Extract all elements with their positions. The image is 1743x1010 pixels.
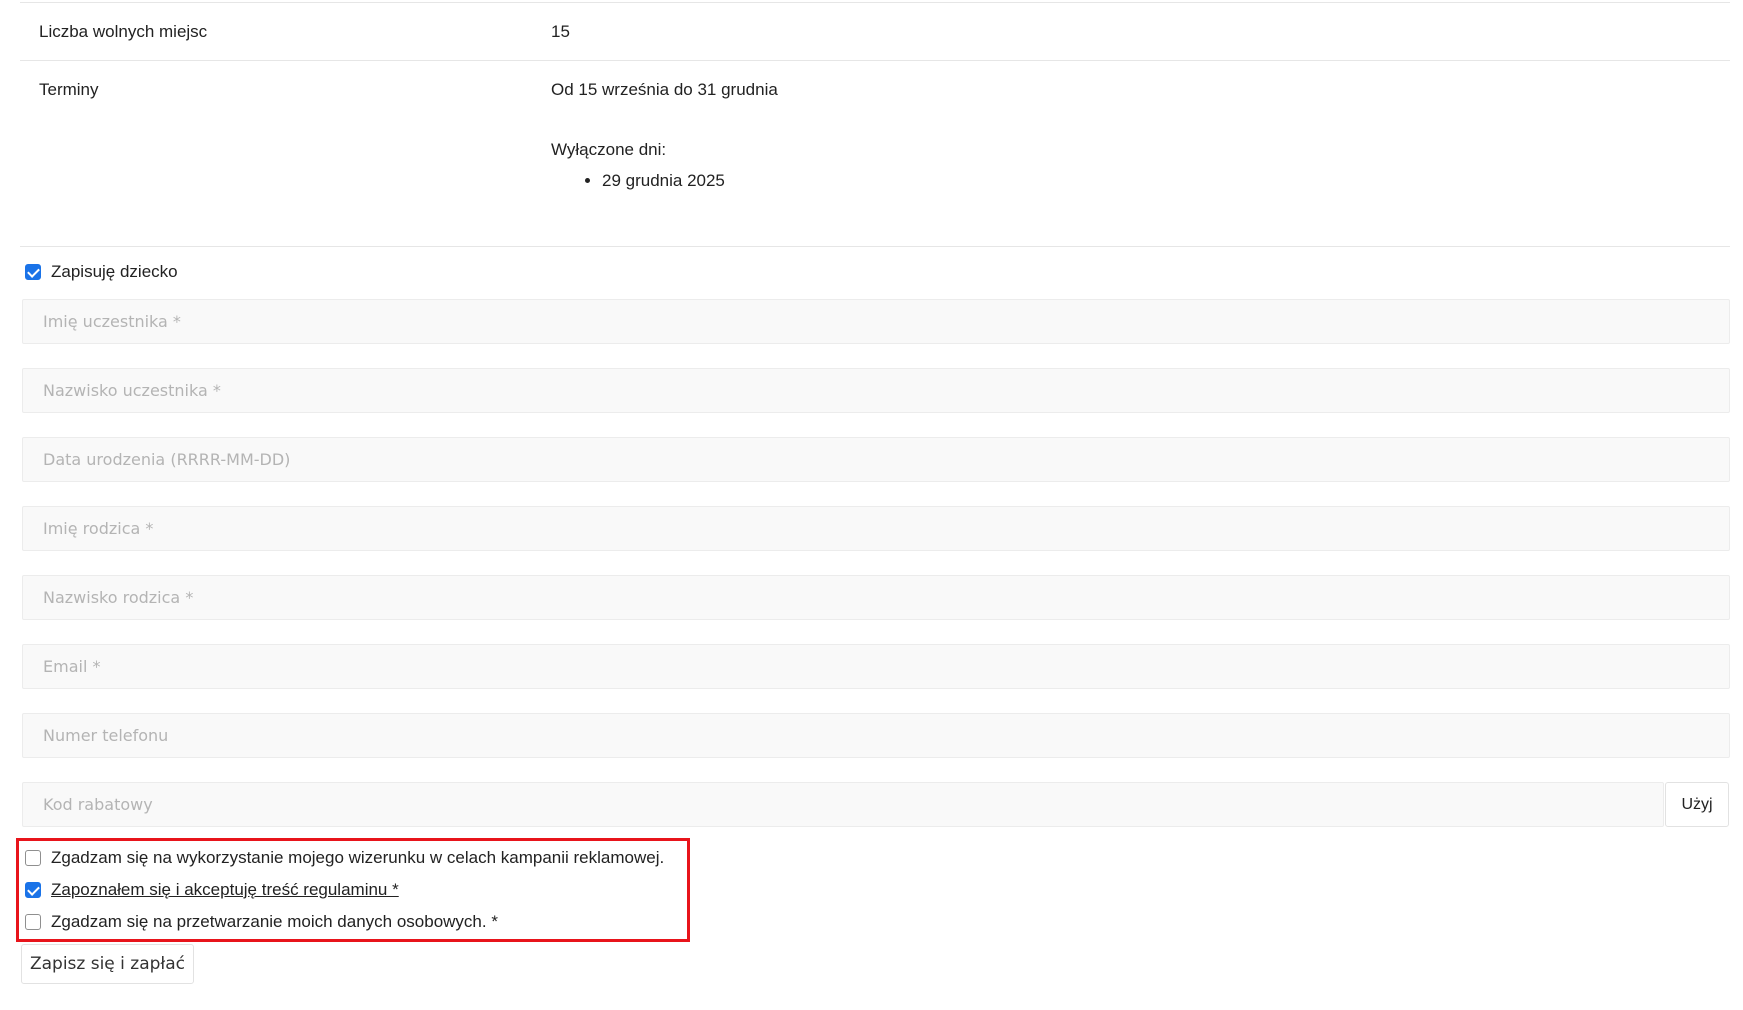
excluded-days-list: 29 grudnia 2025	[551, 171, 725, 191]
register-child-toggle[interactable]: Zapisuję dziecko	[25, 262, 178, 282]
discount-code-input[interactable]	[22, 782, 1664, 827]
image-consent-option[interactable]: Zgadzam się na wykorzystanie mojego wize…	[25, 848, 664, 868]
data-processing-consent-checkbox[interactable]	[25, 914, 41, 930]
apply-discount-button[interactable]: Użyj	[1665, 782, 1729, 827]
excluded-days-title: Wyłączone dni:	[551, 140, 667, 159]
parent-first-name-input[interactable]	[22, 506, 1730, 551]
dates-value: Od 15 września do 31 grudnia	[551, 80, 778, 99]
event-info-table: Liczba wolnych miejsc 15 Terminy Od 15 w…	[20, 2, 1730, 247]
dates-label: Terminy	[39, 80, 99, 99]
excluded-day-item: 29 grudnia 2025	[602, 171, 725, 191]
free-spots-value: 15	[551, 22, 570, 41]
terms-consent-option[interactable]: Zapoznałem się i akceptuję treść regulam…	[25, 880, 399, 900]
register-child-checkbox[interactable]	[25, 264, 41, 280]
participant-last-name-input[interactable]	[22, 368, 1730, 413]
terms-link[interactable]: Zapoznałem się i akceptuję treść regulam…	[51, 880, 399, 900]
image-consent-checkbox[interactable]	[25, 850, 41, 866]
terms-consent-checkbox[interactable]	[25, 882, 41, 898]
participant-first-name-input[interactable]	[22, 299, 1730, 344]
parent-last-name-input[interactable]	[22, 575, 1730, 620]
register-child-label: Zapisuję dziecko	[51, 262, 178, 281]
image-consent-label: Zgadzam się na wykorzystanie mojego wize…	[51, 848, 665, 867]
data-processing-consent-label: Zgadzam się na przetwarzanie moich danyc…	[51, 912, 498, 931]
info-row-dates: Terminy Od 15 września do 31 grudnia Wył…	[20, 60, 1730, 247]
submit-and-pay-button[interactable]: Zapisz się i zapłać	[21, 944, 194, 984]
phone-input[interactable]	[22, 713, 1730, 758]
data-processing-consent-option[interactable]: Zgadzam się na przetwarzanie moich danyc…	[25, 912, 498, 932]
free-spots-label: Liczba wolnych miejsc	[39, 22, 208, 41]
info-row-free-spots: Liczba wolnych miejsc 15	[20, 2, 1730, 60]
birth-date-input[interactable]	[22, 437, 1730, 482]
email-input[interactable]	[22, 644, 1730, 689]
